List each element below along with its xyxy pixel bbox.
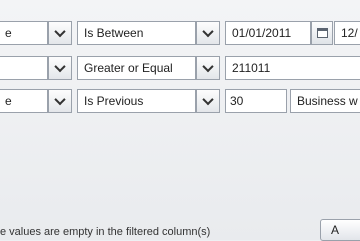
date-from-calendar-button[interactable] bbox=[311, 21, 333, 45]
count-input[interactable]: 30 bbox=[225, 89, 287, 113]
chevron-down-icon bbox=[202, 25, 214, 38]
operator-select-value: Is Between bbox=[84, 26, 144, 40]
operator-dropdown-button[interactable] bbox=[196, 21, 220, 45]
chevron-down-icon bbox=[202, 60, 214, 73]
operator-dropdown-button[interactable] bbox=[196, 56, 220, 80]
column-dropdown-button[interactable] bbox=[48, 21, 72, 45]
filter-panel: e Is Between 01/01/2011 12/ Greater or E… bbox=[0, 0, 360, 241]
filter-row-1: e Is Between 01/01/2011 12/ bbox=[0, 21, 360, 47]
column-dropdown-button[interactable] bbox=[48, 56, 72, 80]
date-from-input[interactable]: 01/01/2011 bbox=[225, 21, 311, 45]
chevron-down-icon bbox=[202, 93, 214, 106]
column-select[interactable] bbox=[0, 56, 48, 80]
chevron-down-icon bbox=[54, 60, 66, 73]
column-select-value: e bbox=[5, 94, 12, 108]
operator-select-value: Is Previous bbox=[84, 94, 144, 108]
count-input-value: 30 bbox=[230, 94, 244, 108]
chevron-down-icon bbox=[54, 25, 66, 38]
operator-select[interactable]: Is Between bbox=[77, 21, 196, 45]
value-input[interactable]: 211011 bbox=[225, 56, 360, 80]
unit-select-value: Business w bbox=[297, 94, 358, 108]
empty-values-hint: e values are empty in the filtered colum… bbox=[0, 226, 211, 238]
chevron-down-icon bbox=[54, 93, 66, 106]
date-to-input[interactable]: 12/ bbox=[334, 21, 360, 45]
apply-button-label: A bbox=[331, 223, 340, 237]
operator-dropdown-button[interactable] bbox=[196, 89, 220, 113]
apply-button[interactable]: A bbox=[320, 219, 360, 241]
unit-select[interactable]: Business w bbox=[290, 89, 360, 113]
column-select[interactable]: e bbox=[0, 21, 48, 45]
column-select[interactable]: e bbox=[0, 89, 48, 113]
operator-select[interactable]: Is Previous bbox=[77, 89, 196, 113]
date-to-value: 12/ bbox=[341, 26, 358, 40]
date-from-value: 01/01/2011 bbox=[232, 26, 292, 40]
column-dropdown-button[interactable] bbox=[48, 89, 72, 113]
calendar-icon bbox=[316, 28, 328, 38]
operator-select[interactable]: Greater or Equal bbox=[77, 56, 196, 80]
operator-select-value: Greater or Equal bbox=[84, 61, 173, 75]
column-select-value: e bbox=[5, 26, 12, 40]
value-input-text: 211011 bbox=[232, 61, 271, 75]
filter-row-3: e Is Previous 30 Business w bbox=[0, 89, 360, 115]
filter-row-2: Greater or Equal 211011 bbox=[0, 56, 360, 82]
